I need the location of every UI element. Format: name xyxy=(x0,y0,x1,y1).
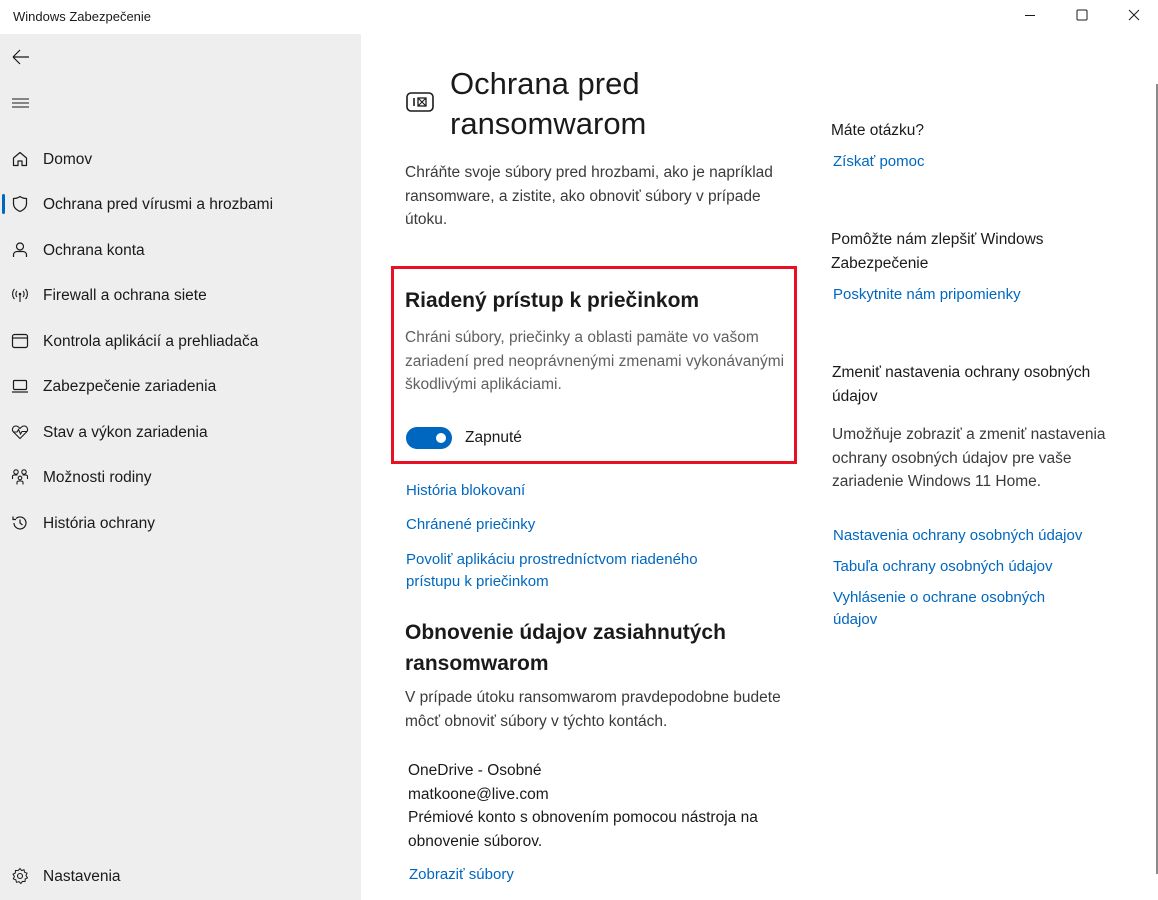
block-history-link[interactable]: História blokovaní xyxy=(406,480,525,502)
account-email: matkoone@live.com xyxy=(408,785,549,803)
family-icon xyxy=(11,469,29,485)
sidebar-item-history[interactable]: História ochrany xyxy=(0,505,361,541)
question-heading: Máte otázku? xyxy=(831,122,925,139)
person-icon xyxy=(12,242,28,257)
recovery-title: Obnovenie údajov zasiahnutých ransomwaro… xyxy=(405,621,726,675)
minimize-button[interactable] xyxy=(1018,5,1042,25)
ransomware-protection-icon xyxy=(406,92,434,112)
minimize-icon xyxy=(1025,15,1035,16)
sidebar-item-virus-protection[interactable]: Ochrana pred vírusmi a hrozbami xyxy=(0,186,361,222)
feedback-link[interactable]: Poskytnite nám pripomienky xyxy=(833,284,1021,306)
sidebar-item-label: História ochrany xyxy=(43,515,155,532)
sidebar-item-account[interactable]: Ochrana konta xyxy=(0,232,361,268)
sidebar-item-label: Stav a výkon zariadenia xyxy=(43,424,208,441)
sidebar: Domov Ochrana pred vírusmi a hrozbami Oc… xyxy=(0,34,361,900)
back-arrow-icon xyxy=(12,49,29,65)
sidebar-item-device-security[interactable]: Zabezpečenie zariadenia xyxy=(0,368,361,404)
sidebar-item-device-health[interactable]: Stav a výkon zariadenia xyxy=(0,414,361,450)
sidebar-item-label: Firewall a ochrana siete xyxy=(43,287,207,304)
gear-icon xyxy=(12,867,29,885)
sidebar-item-family[interactable]: Možnosti rodiny xyxy=(0,459,361,495)
cfa-toggle-label: Zapnuté xyxy=(465,429,522,446)
privacy-dashboard-link[interactable]: Tabuľa ochrany osobných údajov xyxy=(833,556,1053,578)
cfa-toggle[interactable] xyxy=(406,427,452,449)
recovery-account: OneDrive - Osobné matkoone@live.com Prém… xyxy=(408,759,778,853)
close-icon xyxy=(1128,9,1140,21)
sidebar-item-label: Ochrana konta xyxy=(43,242,145,259)
view-files-link[interactable]: Zobraziť súbory xyxy=(409,864,514,886)
sidebar-item-label: Možnosti rodiny xyxy=(43,469,152,486)
protected-folders-link[interactable]: Chránené priečinky xyxy=(406,514,535,536)
account-info: Prémiové konto s obnovením pomocou nástr… xyxy=(408,809,758,850)
improve-heading: Pomôžte nám zlepšiť Windows Zabezpečenie xyxy=(831,231,1044,272)
history-icon xyxy=(12,516,27,530)
home-icon xyxy=(12,151,28,167)
recovery-description: V prípade útoku ransomwarom pravdepodobn… xyxy=(405,689,781,730)
allow-app-link[interactable]: Povoliť aplikáciu prostredníctvom riaden… xyxy=(406,549,746,593)
maximize-button[interactable] xyxy=(1070,5,1094,25)
app-window-icon xyxy=(11,333,29,349)
heart-pulse-icon xyxy=(11,425,29,440)
cfa-title: Riadený prístup k priečinkom xyxy=(405,289,700,312)
back-button[interactable] xyxy=(10,46,32,68)
cfa-description: Chráni súbory, priečinky a oblasti pamät… xyxy=(405,329,785,393)
account-name: OneDrive - Osobné xyxy=(408,762,542,779)
laptop-icon xyxy=(12,379,28,393)
sidebar-item-label: Kontrola aplikácií a prehliadača xyxy=(43,333,259,350)
shield-icon xyxy=(12,195,28,213)
get-help-link[interactable]: Získať pomoc xyxy=(833,151,925,173)
sidebar-item-firewall[interactable]: Firewall a ochrana siete xyxy=(0,277,361,313)
menu-button[interactable] xyxy=(10,92,32,114)
sidebar-item-label: Nastavenia xyxy=(43,868,121,885)
wifi-antenna-icon xyxy=(12,288,28,302)
title-bar: Windows Zabezpečenie xyxy=(0,0,1158,34)
sidebar-item-app-browser[interactable]: Kontrola aplikácií a prehliadača xyxy=(0,323,361,359)
hamburger-icon xyxy=(12,98,29,108)
privacy-text: Umožňuje zobraziť a zmeniť nastavenia oc… xyxy=(832,426,1106,490)
sidebar-item-settings[interactable]: Nastavenia xyxy=(0,858,361,894)
sidebar-item-label: Domov xyxy=(43,151,93,168)
privacy-statement-link[interactable]: Vyhlásenie o ochrane osobných údajov xyxy=(833,587,1083,631)
main-content: Ochrana pred ransomwarom Chráňte svoje s… xyxy=(361,34,1158,900)
sidebar-item-label: Ochrana pred vírusmi a hrozbami xyxy=(43,196,274,213)
window-title: Windows Zabezpečenie xyxy=(13,9,152,24)
sidebar-item-home[interactable]: Domov xyxy=(0,141,361,177)
close-button[interactable] xyxy=(1122,5,1146,25)
page-title: Ochrana pred ransomwarom xyxy=(450,66,647,141)
privacy-heading: Zmeniť nastavenia ochrany osobných údajo… xyxy=(832,364,1091,405)
sidebar-item-label: Zabezpečenie zariadenia xyxy=(43,378,217,395)
privacy-settings-link[interactable]: Nastavenia ochrany osobných údajov xyxy=(833,525,1082,547)
maximize-icon xyxy=(1076,9,1088,21)
page-description: Chráňte svoje súbory pred hrozbami, ako … xyxy=(405,164,773,228)
active-indicator xyxy=(2,194,5,214)
toggle-knob xyxy=(436,433,446,443)
